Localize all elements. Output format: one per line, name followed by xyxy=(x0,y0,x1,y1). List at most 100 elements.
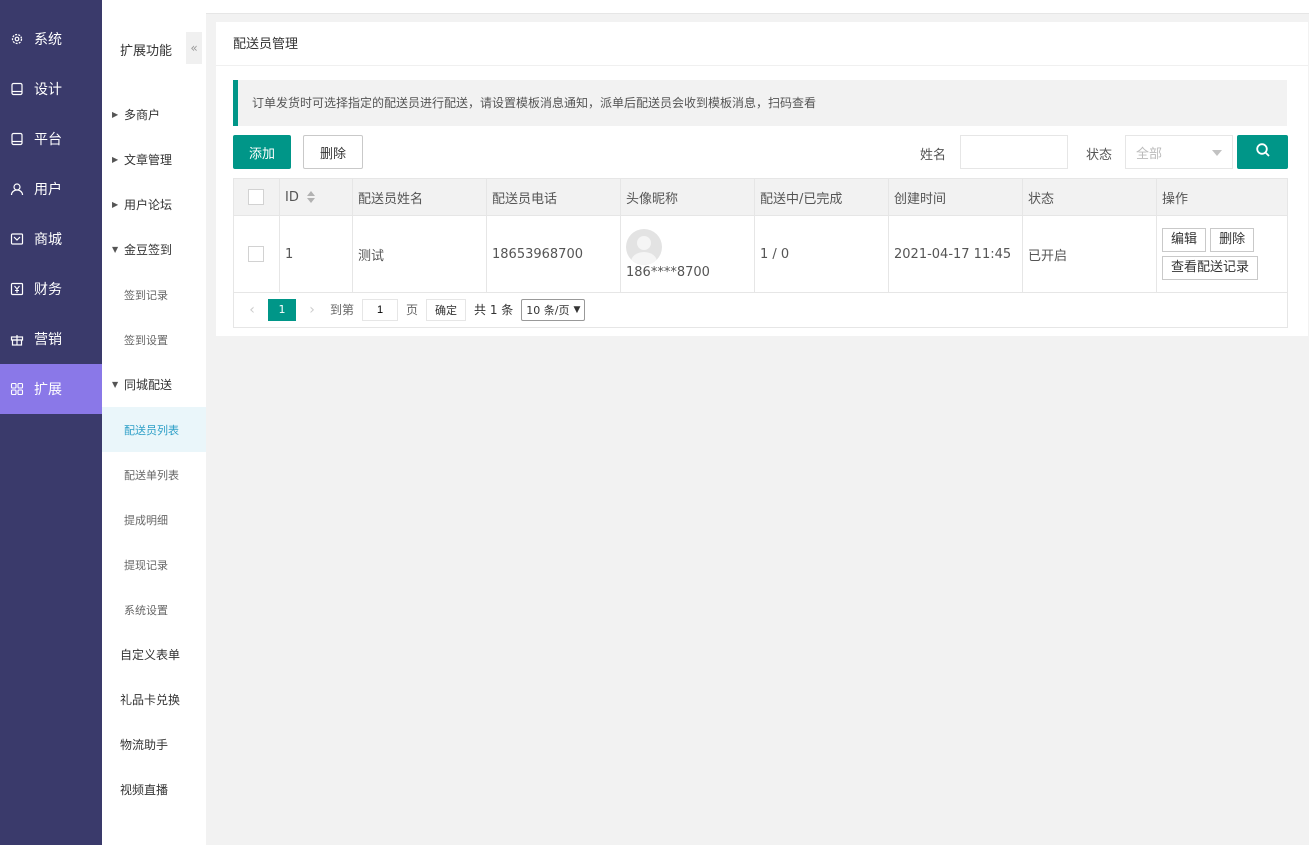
delete-button[interactable]: 删除 xyxy=(303,135,363,169)
search-button[interactable] xyxy=(1237,135,1288,169)
cell-id: 1 xyxy=(279,215,353,293)
goto-page-input[interactable] xyxy=(362,298,399,321)
cell-actions: 编辑 删除 查看配送记录 xyxy=(1156,215,1288,293)
avatar xyxy=(626,228,662,265)
column-header-name: 配送员姓名 xyxy=(352,178,487,216)
sub-sidebar-title: 扩展功能 xyxy=(120,44,173,59)
sidebar-item[interactable]: 签到设置 xyxy=(102,317,206,362)
sidebar-item[interactable]: 签到记录 xyxy=(102,272,206,317)
sidebar-item[interactable]: ▶ 多商户 xyxy=(102,92,206,137)
chevron-down-icon xyxy=(1212,150,1222,156)
sidebar-item[interactable]: 配送员列表 xyxy=(102,407,206,452)
edit-button[interactable]: 编辑 xyxy=(1162,228,1207,252)
sidebar-item[interactable]: 系统设置 xyxy=(102,587,206,632)
sidebar-item[interactable]: ▼ 同城配送 xyxy=(102,362,206,407)
select-all-checkbox[interactable] xyxy=(248,189,264,205)
sidebar-item[interactable]: ▶ 文章管理 xyxy=(102,137,206,182)
main-card: 配送员管理 订单发货时可选择指定的配送员进行配送，请设置模板消息通知，派单后配送… xyxy=(216,22,1308,336)
sidebar-item[interactable]: 提现记录 xyxy=(102,542,206,587)
sidebar-item[interactable]: ▼ 金豆签到 xyxy=(102,227,206,272)
collapse-icon[interactable]: « xyxy=(186,32,202,64)
nav-item-user[interactable]: 用户 xyxy=(0,164,102,214)
courier-table: ID 配送员姓名 配送员电话 头像昵称 配送中/已完成 创建时间 状态 操作 1… xyxy=(233,178,1288,293)
name-filter-input[interactable] xyxy=(960,135,1068,169)
sidebar-item-label: 用户论坛 xyxy=(124,198,173,212)
select-all-cell xyxy=(233,178,280,216)
grid-icon xyxy=(10,382,24,396)
sidebar-item-label: 视频直播 xyxy=(120,783,169,797)
sidebar-item-label: 自定义表单 xyxy=(120,648,181,662)
view-records-button[interactable]: 查看配送记录 xyxy=(1162,256,1259,280)
nav-label: 平台 xyxy=(34,132,62,148)
row-select-cell xyxy=(233,215,280,293)
nav-label: 商城 xyxy=(34,232,62,248)
nav-item-system[interactable]: 系统 xyxy=(0,14,102,64)
sidebar-item-label: 提成明细 xyxy=(124,513,168,527)
sub-sidebar: 扩展功能 « ▶ 多商户 ▶ 文章管理 ▶ 用户论坛 ▼ 金豆签到 签到记录 签到设置 ▼ 同城配送配… xyxy=(102,0,206,845)
pagination: ‹ 1 › 到第 页 确定 共 1 条 10 条/页▼ xyxy=(233,292,1288,328)
prev-page-icon[interactable]: ‹ xyxy=(240,302,264,318)
sidebar-item[interactable]: ▶ 用户论坛 xyxy=(102,182,206,227)
gift-icon xyxy=(10,332,24,346)
main-sidebar: 系统 设计 平台 用户 商城 财务 营销 扩展 xyxy=(0,0,102,845)
column-header-created: 创建时间 xyxy=(888,178,1023,216)
page-title: 配送员管理 xyxy=(216,22,1308,66)
nav-item-store[interactable]: 商城 xyxy=(0,214,102,264)
yen-icon xyxy=(10,282,24,296)
caret-down-icon: ▼ xyxy=(112,245,119,254)
cell-created: 2021-04-17 11:45 xyxy=(888,215,1023,293)
status-filter-select[interactable]: 全部 xyxy=(1125,135,1233,169)
page-current[interactable]: 1 xyxy=(268,298,296,321)
goto-confirm-button[interactable]: 确定 xyxy=(426,298,467,321)
search-icon xyxy=(1255,142,1271,162)
column-header-phone: 配送员电话 xyxy=(486,178,621,216)
next-page-icon[interactable]: › xyxy=(300,302,324,318)
nav-label: 扩展 xyxy=(34,382,62,398)
table-header-row: ID 配送员姓名 配送员电话 头像昵称 配送中/已完成 创建时间 状态 操作 xyxy=(233,178,1288,216)
chevron-down-icon: ▼ xyxy=(573,304,581,315)
goto-label: 到第 xyxy=(330,303,355,317)
page-unit-label: 页 xyxy=(406,303,419,317)
nav-label: 用户 xyxy=(34,182,62,198)
tablet-icon xyxy=(10,82,24,96)
sidebar-item-label: 礼品卡兑换 xyxy=(120,693,181,707)
cell-nickname: 186****8700 xyxy=(626,264,710,280)
sidebar-item-label: 物流助手 xyxy=(120,738,169,752)
add-button[interactable]: 添加 xyxy=(233,135,291,169)
table-row: 1 测试 18653968700 186****8700 1 / 0 2021-… xyxy=(233,215,1288,293)
page-size-select[interactable]: 10 条/页 ▼ xyxy=(521,298,586,321)
sidebar-item[interactable]: 自定义表单 xyxy=(102,632,206,677)
nav-item-extend[interactable]: 扩展 xyxy=(0,364,102,414)
nav-item-design[interactable]: 设计 xyxy=(0,64,102,114)
page-size-value: 10 条/页 xyxy=(526,303,570,317)
sidebar-item-label: 提现记录 xyxy=(124,558,168,572)
row-checkbox[interactable] xyxy=(248,246,264,262)
store-icon xyxy=(10,232,24,246)
sidebar-item[interactable]: 物流助手 xyxy=(102,722,206,767)
sidebar-item[interactable]: 提成明细 xyxy=(102,497,206,542)
sidebar-item[interactable]: 礼品卡兑换 xyxy=(102,677,206,722)
nav-item-finance[interactable]: 财务 xyxy=(0,264,102,314)
caret-right-icon: ▶ xyxy=(112,110,119,119)
nav-label: 设计 xyxy=(34,82,62,98)
cell-name: 测试 xyxy=(352,215,487,293)
nav-item-marketing[interactable]: 营销 xyxy=(0,314,102,364)
row-delete-button[interactable]: 删除 xyxy=(1210,228,1255,252)
sidebar-item-label: 金豆签到 xyxy=(124,243,173,257)
nav-item-platform[interactable]: 平台 xyxy=(0,114,102,164)
cell-progress: 1 / 0 xyxy=(754,215,889,293)
sidebar-item-label: 签到设置 xyxy=(124,333,168,347)
name-filter-label: 姓名 xyxy=(920,148,947,163)
tablet-icon xyxy=(10,132,24,146)
sidebar-item-label: 配送员列表 xyxy=(124,423,179,437)
sidebar-item[interactable]: 配送单列表 xyxy=(102,452,206,497)
gear-icon xyxy=(10,32,24,46)
sidebar-item-label: 签到记录 xyxy=(124,288,168,302)
column-header-id[interactable]: ID xyxy=(279,178,353,216)
caret-right-icon: ▶ xyxy=(112,155,119,164)
nav-label: 营销 xyxy=(34,332,62,348)
caret-down-icon: ▼ xyxy=(112,380,119,389)
sidebar-item[interactable]: 视频直播 xyxy=(102,767,206,812)
sidebar-item-label: 配送单列表 xyxy=(124,468,179,482)
sort-icon[interactable] xyxy=(306,191,315,203)
